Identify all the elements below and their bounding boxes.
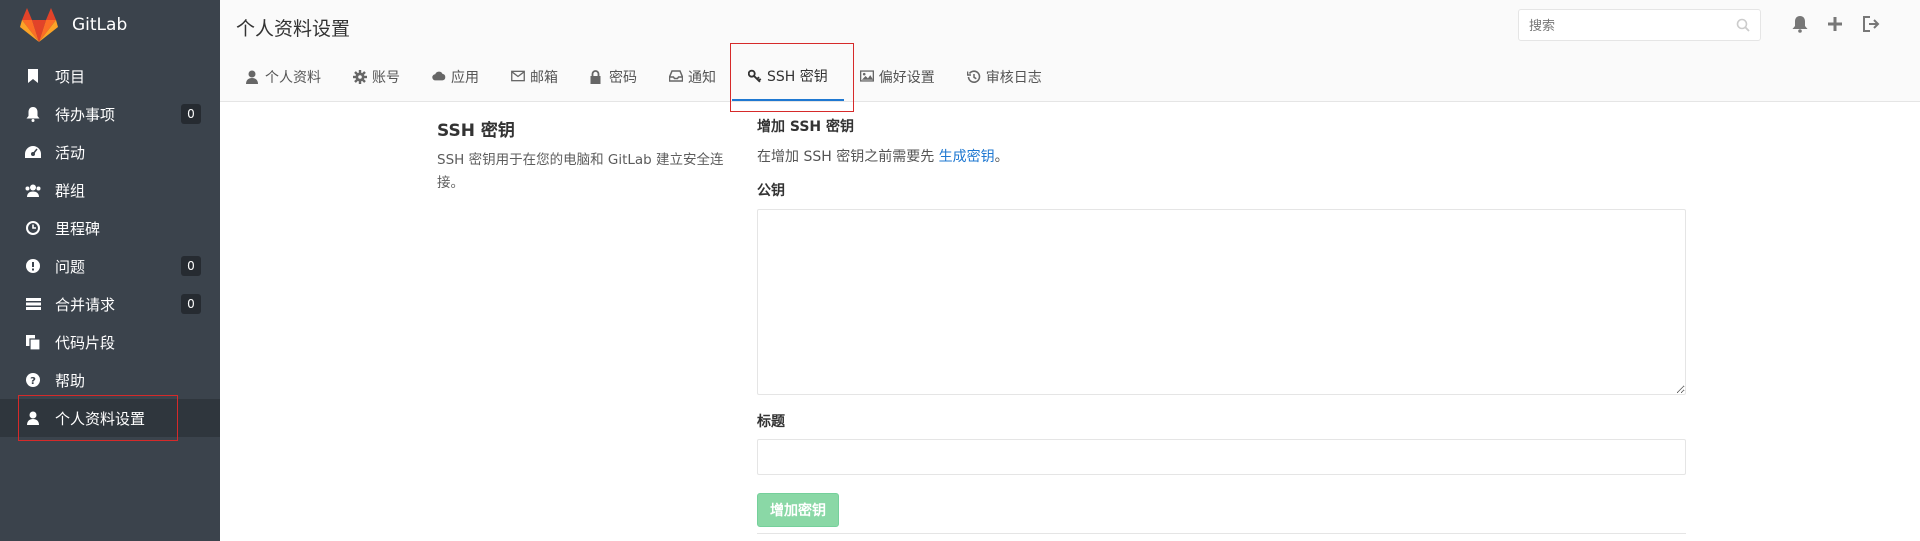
- search-input[interactable]: [1519, 10, 1731, 42]
- tab-label: 偏好设置: [878, 69, 935, 86]
- sidebar: GitLab 项目 待办事项 0 活动 群组 里程碑 问题 0 合并请求 0 代…: [0, 0, 220, 541]
- sidebar-item-label: 活动: [55, 143, 86, 162]
- form-divider: [757, 533, 1686, 534]
- sidebar-item-activity[interactable]: 活动: [0, 133, 220, 171]
- tab-label: 密码: [609, 69, 637, 86]
- users-icon: [25, 182, 41, 198]
- bookmark-icon: [25, 68, 41, 84]
- question-circle-icon: ?: [25, 372, 41, 388]
- sidebar-item-groups[interactable]: 群组: [0, 171, 220, 209]
- sidebar-item-milestones[interactable]: 里程碑: [0, 209, 220, 247]
- sign-out-icon[interactable]: [1862, 15, 1880, 33]
- user-icon: [246, 70, 260, 84]
- tab-label: 通知: [688, 69, 716, 86]
- sidebar-item-snippets[interactable]: 代码片段: [0, 323, 220, 361]
- tab-label: SSH 密钥: [767, 68, 828, 85]
- issues-count-badge: 0: [181, 256, 201, 276]
- brand-name: GitLab: [72, 15, 128, 35]
- sidebar-item-profile-settings[interactable]: 个人资料设置: [0, 395, 220, 441]
- header: 个人资料设置 个人资料 账号 应用 邮箱 密码 通知: [220, 0, 1920, 112]
- dashboard-icon: [25, 144, 41, 160]
- key-icon: [748, 69, 762, 83]
- search-icon: [1736, 18, 1750, 32]
- public-key-textarea[interactable]: [757, 209, 1686, 395]
- tab-label: 邮箱: [530, 69, 558, 86]
- hint-suffix: 。: [994, 149, 1009, 165]
- cloud-icon: [432, 70, 446, 84]
- sidebar-item-label: 个人资料设置: [55, 409, 146, 428]
- list-icon: [25, 296, 41, 312]
- page-title: 个人资料设置: [236, 18, 351, 40]
- sidebar-item-label: 帮助: [55, 371, 86, 390]
- sidebar-item-help[interactable]: ? 帮助: [0, 361, 220, 399]
- history-icon: [966, 69, 981, 84]
- title-label: 标题: [757, 414, 785, 430]
- sidebar-item-label: 项目: [55, 67, 86, 86]
- section-info: SSH 密钥 SSH 密钥用于在您的电脑和 GitLab 建立安全连接。: [437, 116, 727, 209]
- hint-text: 在增加 SSH 密钥之前需要先: [757, 149, 939, 165]
- tab-audit-log[interactable]: 审核日志: [951, 52, 1058, 101]
- tab-label: 应用: [451, 69, 479, 86]
- add-ssh-key-form: 增加 SSH 密钥 在增加 SSH 密钥之前需要先 生成密钥。 公钥 标题 增加…: [757, 116, 1686, 527]
- envelope-icon: [511, 70, 525, 84]
- sidebar-item-label: 合并请求: [55, 295, 116, 314]
- title-input[interactable]: [757, 439, 1686, 475]
- section-description: SSH 密钥用于在您的电脑和 GitLab 建立安全连接。: [437, 152, 724, 191]
- plus-icon[interactable]: [1826, 15, 1844, 33]
- sidebar-item-label: 待办事项: [55, 105, 116, 124]
- sidebar-item-todos[interactable]: 待办事项 0: [0, 95, 220, 133]
- sidebar-item-projects[interactable]: 项目: [0, 57, 220, 95]
- generate-key-hint: 在增加 SSH 密钥之前需要先 生成密钥。: [757, 146, 1686, 166]
- tab-account[interactable]: 账号: [337, 52, 416, 101]
- add-key-button[interactable]: 增加密钥: [757, 493, 839, 527]
- tab-notifications[interactable]: 通知: [653, 52, 732, 101]
- exclamation-circle-icon: [25, 258, 41, 274]
- settings-tabs: 个人资料 账号 应用 邮箱 密码 通知 SSH 密钥 偏好设置 审核日志: [230, 43, 1058, 112]
- tab-ssh-keys[interactable]: SSH 密钥: [730, 43, 854, 112]
- svg-text:?: ?: [30, 376, 36, 387]
- tab-label: 账号: [372, 69, 400, 86]
- merge-requests-count-badge: 0: [181, 294, 201, 314]
- tab-password[interactable]: 密码: [574, 52, 653, 101]
- sidebar-nav: 项目 待办事项 0 活动 群组 里程碑 问题 0 合并请求 0 代码片段 ? 帮…: [0, 57, 220, 441]
- generate-key-link[interactable]: 生成密钥: [939, 149, 995, 165]
- tab-label: 审核日志: [985, 69, 1042, 86]
- sidebar-item-label: 里程碑: [55, 219, 101, 238]
- tab-profile[interactable]: 个人资料: [230, 52, 337, 101]
- tab-emails[interactable]: 邮箱: [495, 52, 574, 101]
- lock-icon: [590, 69, 604, 84]
- inbox-icon: [669, 69, 683, 84]
- bell-icon[interactable]: [1791, 15, 1809, 33]
- search-box[interactable]: [1518, 9, 1761, 42]
- todos-count-badge: 0: [181, 104, 201, 124]
- clipboard-icon: [25, 334, 41, 350]
- sidebar-item-issues[interactable]: 问题 0: [0, 247, 220, 285]
- user-icon: [25, 410, 41, 426]
- clock-icon: [25, 220, 41, 236]
- sidebar-item-label: 问题: [55, 257, 86, 276]
- sidebar-item-label: 代码片段: [55, 333, 116, 352]
- tab-applications[interactable]: 应用: [416, 52, 495, 101]
- sidebar-item-merge-requests[interactable]: 合并请求 0: [0, 285, 220, 323]
- brand[interactable]: GitLab: [0, 0, 220, 50]
- key-label: 公钥: [757, 183, 785, 199]
- gitlab-logo-icon: [20, 8, 58, 42]
- form-heading: 增加 SSH 密钥: [757, 119, 855, 135]
- sidebar-item-label: 群组: [55, 181, 86, 200]
- image-icon: [859, 69, 874, 84]
- tab-label: 个人资料: [265, 69, 321, 86]
- section-title: SSH 密钥: [437, 121, 515, 141]
- tab-preferences[interactable]: 偏好设置: [844, 52, 951, 101]
- gear-icon: [353, 69, 367, 84]
- bell-icon: [25, 106, 41, 122]
